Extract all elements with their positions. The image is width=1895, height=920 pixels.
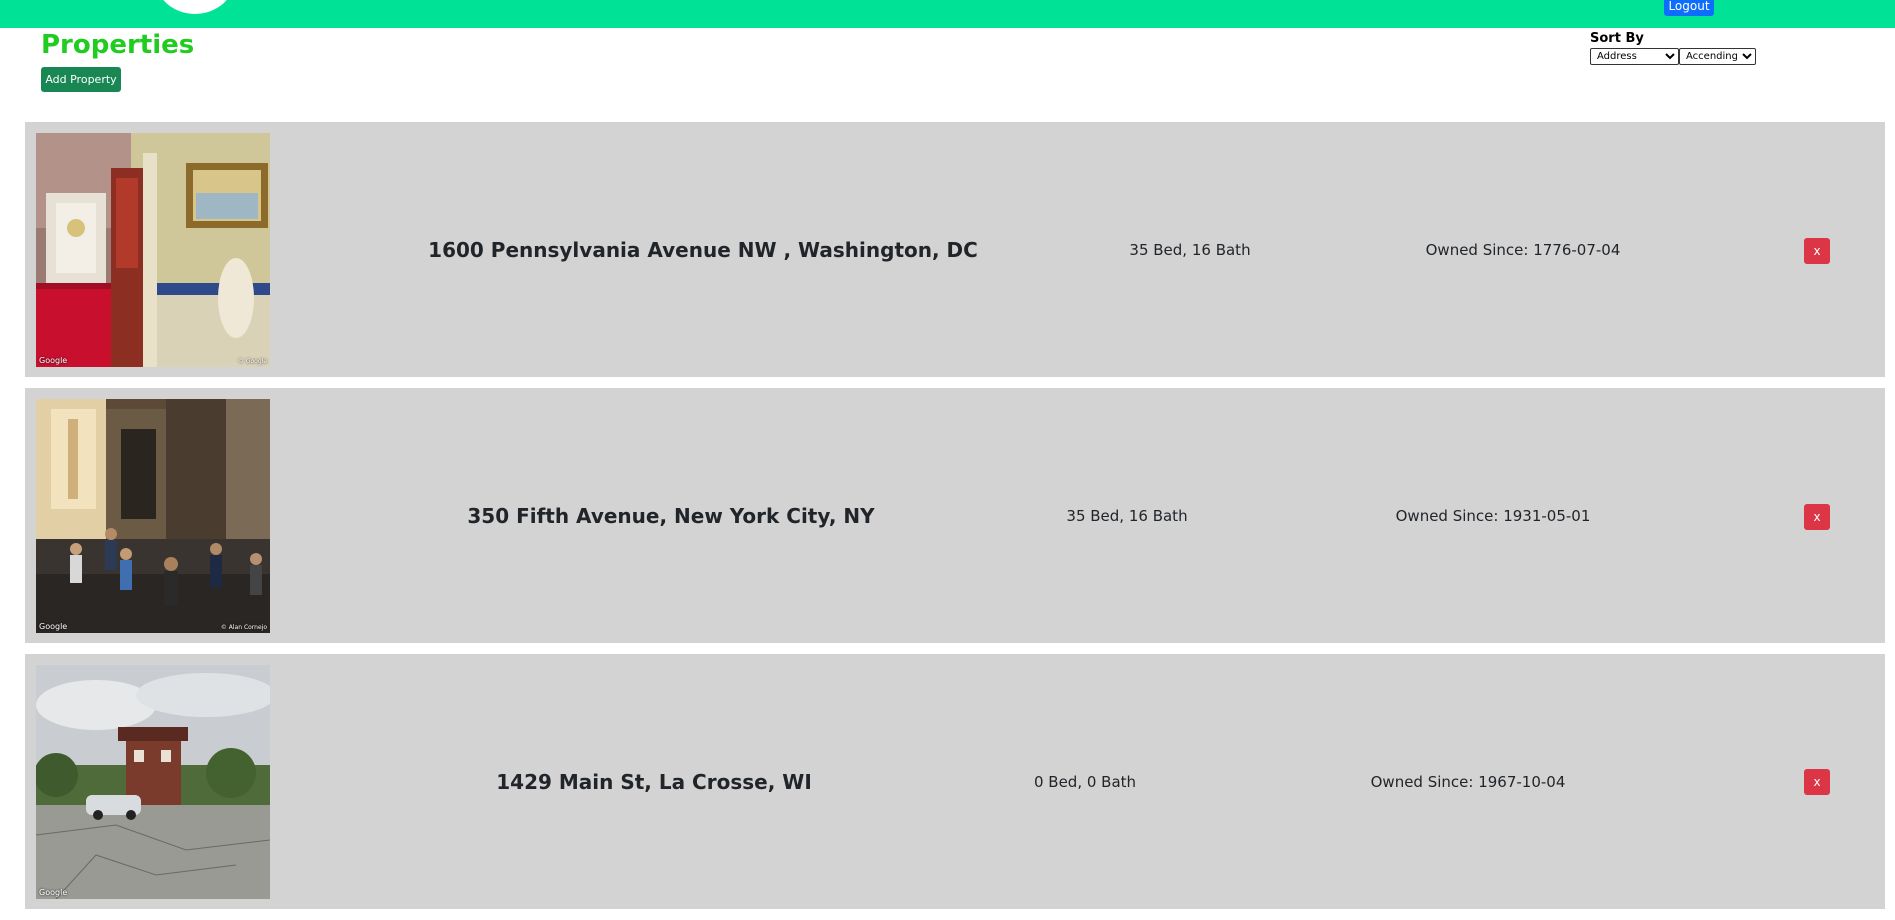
- image-watermark: Google: [39, 356, 68, 365]
- top-navbar: Logout: [0, 0, 1895, 28]
- property-address: 350 Fifth Avenue, New York City, NY: [467, 503, 875, 528]
- sort-select-row: Address Accending: [1590, 48, 1756, 65]
- property-image: Google © Google: [36, 133, 270, 367]
- property-beds-baths: 35 Bed, 16 Bath: [1129, 240, 1251, 259]
- sort-label: Sort By: [1590, 31, 1644, 46]
- property-image: Google © Alan Cornejo: [36, 399, 270, 633]
- page-title: Properties: [41, 30, 195, 60]
- sort-order-select[interactable]: Accending: [1679, 48, 1756, 65]
- property-owned-since: Owned Since: 1967-10-04: [1370, 772, 1566, 791]
- sort-field-select[interactable]: Address: [1590, 48, 1679, 65]
- add-property-button[interactable]: Add Property: [41, 67, 121, 92]
- property-card: Google 1429 Main St, La Crosse, WI 0 Bed…: [25, 654, 1885, 909]
- logout-button[interactable]: Logout: [1664, 0, 1714, 16]
- property-address: 1600 Pennsylvania Avenue NW , Washington…: [428, 237, 978, 262]
- delete-property-button[interactable]: x: [1804, 504, 1830, 530]
- property-image: Google: [36, 665, 270, 899]
- delete-property-button[interactable]: x: [1804, 769, 1830, 795]
- property-owned-since: Owned Since: 1931-05-01: [1395, 506, 1591, 525]
- property-card: Google © Alan Cornejo 350 Fifth Avenue, …: [25, 388, 1885, 643]
- property-beds-baths: 0 Bed, 0 Bath: [1033, 772, 1137, 791]
- property-beds-baths: 35 Bed, 16 Bath: [1066, 506, 1188, 525]
- property-owned-since: Owned Since: 1776-07-04: [1425, 240, 1621, 259]
- logo[interactable]: [155, 0, 235, 14]
- delete-property-button[interactable]: x: [1804, 238, 1830, 264]
- sort-controls: Sort By Address Accending: [1590, 29, 1756, 65]
- image-watermark: Google: [39, 622, 68, 631]
- image-copyright: © Google: [237, 358, 267, 365]
- property-list: Google © Google 1600 Pennsylvania Avenue…: [25, 122, 1885, 920]
- property-address: 1429 Main St, La Crosse, WI: [496, 769, 812, 794]
- property-card: Google © Google 1600 Pennsylvania Avenue…: [25, 122, 1885, 377]
- image-copyright: © Alan Cornejo: [220, 624, 267, 631]
